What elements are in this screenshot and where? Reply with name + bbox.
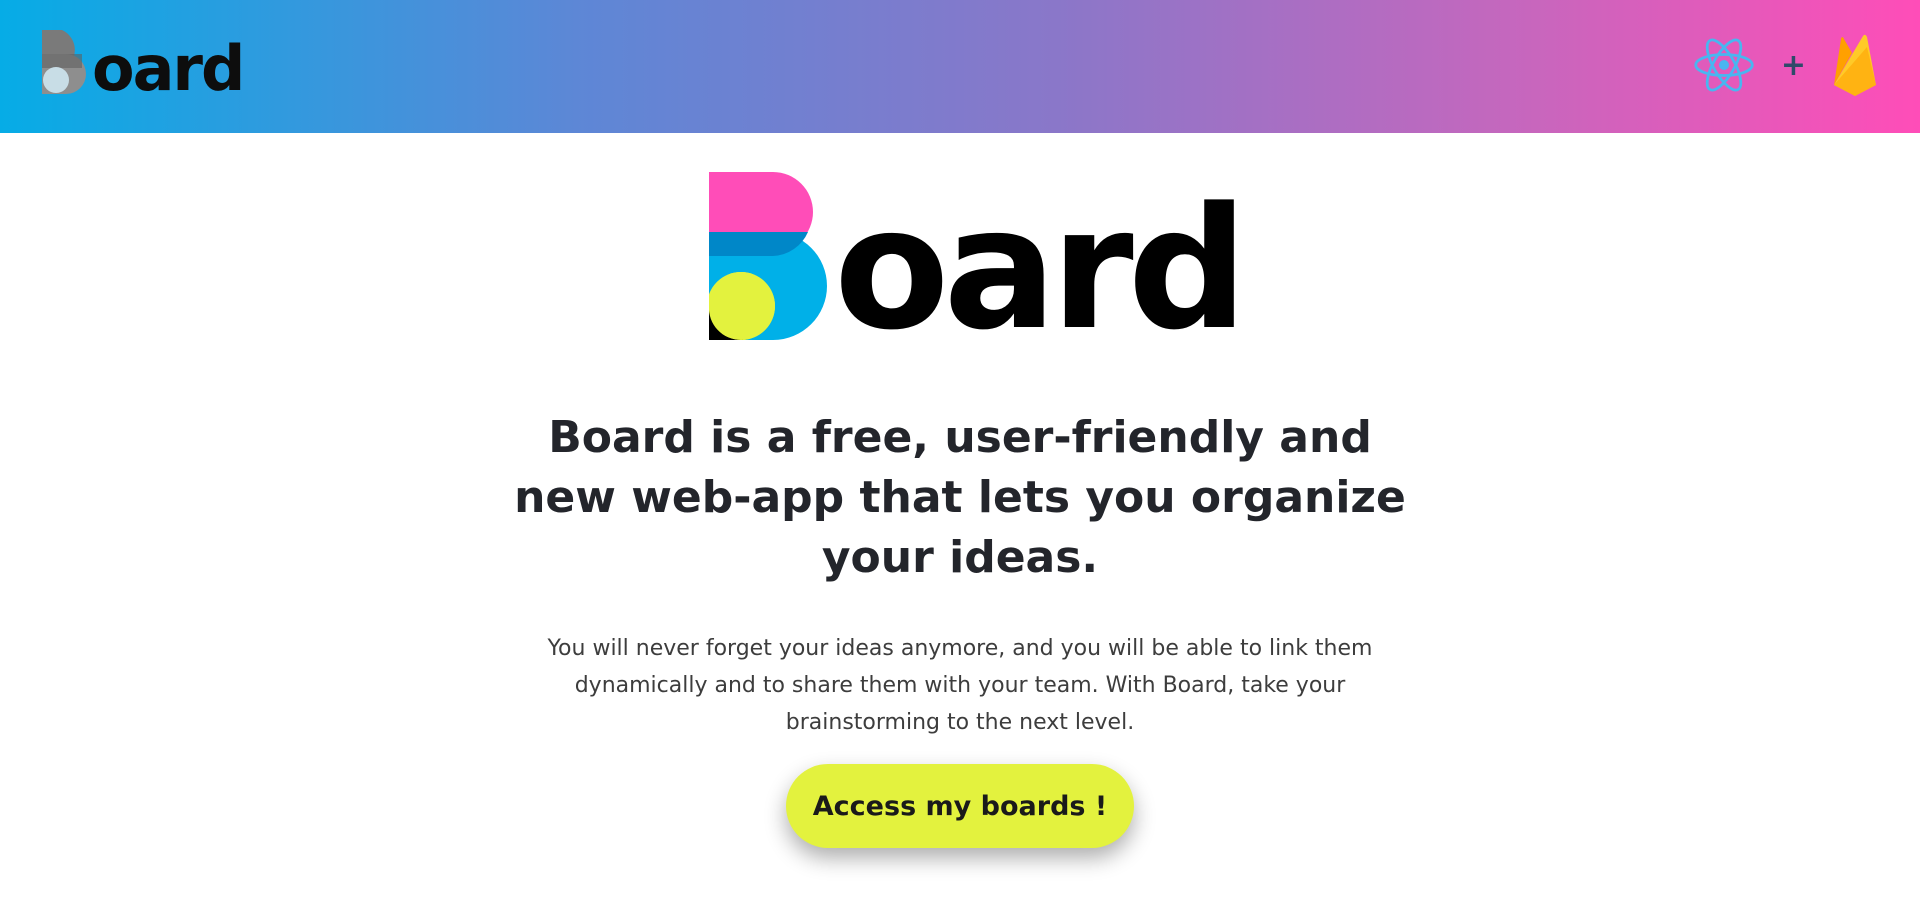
tech-stack: + bbox=[1693, 30, 1878, 100]
hero-headline: Board is a free, user-friendly and new w… bbox=[514, 412, 1406, 583]
hero-logo-wordmark: oard bbox=[834, 171, 1248, 367]
hero-logo: oard bbox=[709, 172, 1248, 353]
hero-description: You will never forget your ideas anymore… bbox=[547, 636, 1373, 735]
board-b-logo-icon bbox=[709, 172, 827, 340]
top-header: oard + bbox=[0, 0, 1920, 133]
board-b-logo-icon bbox=[42, 30, 86, 94]
access-boards-button[interactable]: Access my boards ! bbox=[786, 764, 1134, 848]
react-icon bbox=[1694, 38, 1754, 92]
header-logo-wordmark: oard bbox=[92, 32, 245, 105]
header-logo[interactable]: oard bbox=[42, 24, 245, 100]
firebase-icon bbox=[1834, 34, 1876, 96]
tech-separator: + bbox=[1780, 47, 1806, 83]
